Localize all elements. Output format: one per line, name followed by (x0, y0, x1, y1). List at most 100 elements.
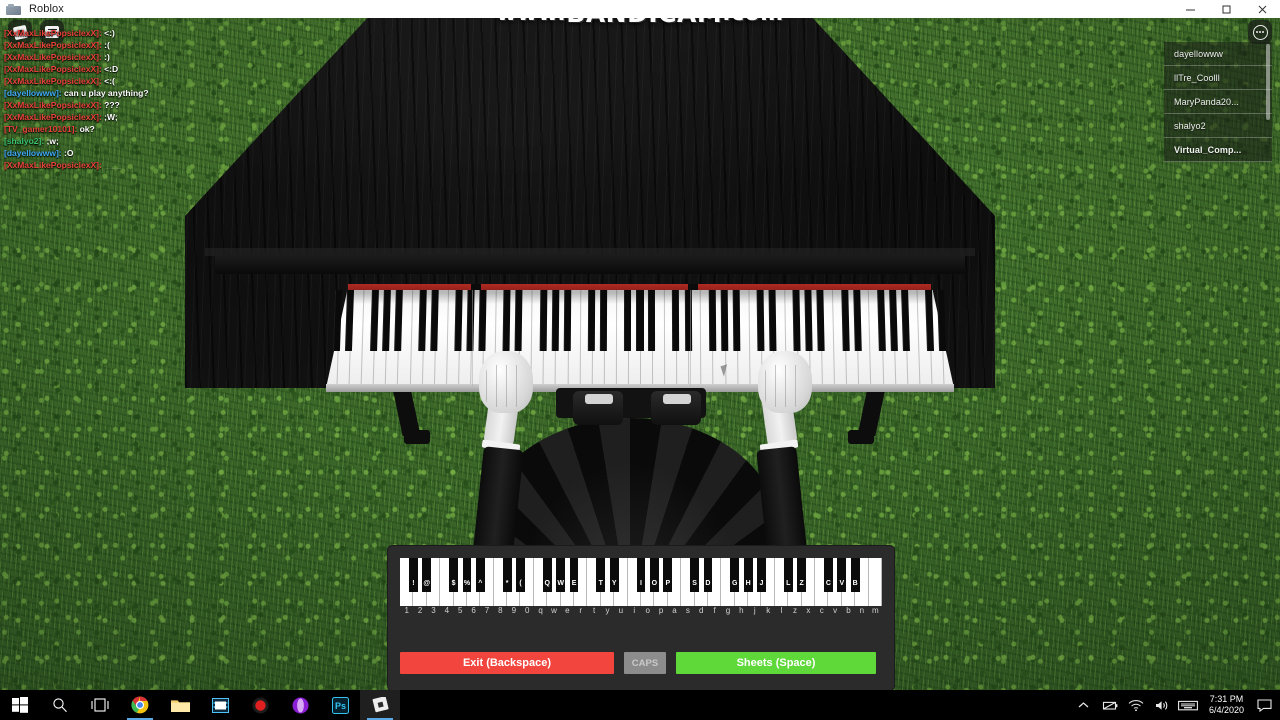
piano-leg-foot-right (848, 430, 874, 444)
chat-sender: [shalyo2]: (4, 136, 45, 146)
piano-black-key[interactable] (369, 290, 379, 351)
piano-black-key[interactable] (478, 290, 488, 351)
overlay-white-key[interactable] (868, 558, 882, 606)
recorder-taskbar-button[interactable] (240, 690, 280, 720)
overlay-black-key-label: Y (611, 580, 617, 587)
piano-black-key[interactable] (502, 290, 512, 351)
overlay-black-key-label: ( (519, 580, 522, 587)
player-list[interactable]: dayellowww llTre_Coolll MaryPanda20... shal… (1164, 42, 1272, 162)
roblox-taskbar-button[interactable] (360, 690, 400, 720)
piano-black-key[interactable] (466, 290, 476, 351)
piano-black-key[interactable] (563, 290, 572, 351)
piano-black-key[interactable] (804, 290, 814, 351)
piano-black-key[interactable] (720, 290, 729, 351)
file-explorer-taskbar-button[interactable] (160, 690, 200, 720)
player-list-row[interactable]: shalyo2 (1164, 114, 1272, 138)
piano-black-key[interactable] (876, 290, 887, 351)
overlay-black-key-label: Q (544, 580, 550, 587)
piano-black-key[interactable] (840, 290, 850, 351)
chat-message: ??? (101, 100, 120, 110)
opera-icon (292, 697, 308, 713)
show-hidden-icons-button[interactable] (1071, 690, 1097, 720)
roblox-topbar-right (1248, 20, 1272, 44)
piano-black-key[interactable] (381, 290, 392, 351)
taskbar-clock[interactable]: 7:31 PM 6/4/2020 (1201, 690, 1252, 720)
piano-black-key[interactable] (925, 290, 935, 351)
piano-black-key[interactable] (454, 290, 464, 351)
more-menu-button[interactable] (1248, 20, 1272, 44)
avatar-hand-right (758, 351, 812, 413)
overlay-white-key-label: x (806, 606, 811, 615)
piano-black-key[interactable] (756, 290, 765, 351)
overlay-black-key-label: % (463, 580, 471, 587)
overlay-white-key-label: 5 (458, 606, 463, 615)
piano-black-key[interactable] (393, 290, 404, 351)
piano-black-key[interactable] (792, 290, 802, 351)
piano-black-key[interactable] (636, 290, 644, 351)
player-list-row[interactable]: dayellowww (1164, 42, 1272, 66)
start-button[interactable] (0, 690, 40, 720)
piano-black-key[interactable] (888, 290, 899, 351)
record-circle-icon (252, 697, 268, 713)
overlay-white-key-label: 3 (431, 606, 436, 615)
piano-black-key[interactable] (768, 290, 778, 351)
overlay-mini-keyboard[interactable]: ! @ $% ^ * (Q W E T Y I O P S D G H J L Z C V B (400, 558, 882, 606)
three-dots-circle-icon (1252, 24, 1268, 40)
player-list-row[interactable]: Virtual_Comp... (1164, 138, 1272, 162)
action-center-button[interactable] (1252, 690, 1276, 720)
piano-black-key[interactable] (816, 290, 826, 351)
piano-black-key[interactable] (333, 290, 343, 351)
battery-tray-icon[interactable] (1097, 690, 1123, 720)
caps-button[interactable]: CAPS (624, 652, 666, 674)
sheets-button[interactable]: Sheets (Space) (676, 652, 876, 674)
piano-keyboard-overlay[interactable]: ! @ $% ^ * (Q W E T Y I O P S D G H J L Z C V B 1234567890qwer… (388, 546, 894, 690)
task-view-icon (91, 698, 109, 712)
task-view-button[interactable] (80, 690, 120, 720)
piano-black-key[interactable] (539, 290, 548, 351)
piano-black-key[interactable] (672, 290, 681, 351)
window-controls (1172, 0, 1280, 18)
piano-black-key[interactable] (732, 290, 741, 351)
overlay-white-key-label: e (565, 606, 570, 615)
battery-icon (1102, 701, 1118, 710)
piano-black-key[interactable] (900, 290, 911, 351)
piano-black-key[interactable] (551, 290, 560, 351)
overlay-black-key-label: W (557, 580, 564, 587)
keybed-seam (472, 290, 473, 386)
piano-black-keys[interactable] (326, 290, 954, 388)
piano-black-key[interactable] (430, 290, 440, 351)
piano-black-key[interactable] (515, 290, 524, 351)
photoshop-taskbar-button[interactable]: Ps (320, 690, 360, 720)
piano-black-key[interactable] (684, 290, 693, 351)
volume-tray-icon[interactable] (1149, 690, 1175, 720)
chat-sender: [XxMaxLikePopsiclexX]: (4, 100, 102, 110)
piano-black-key[interactable] (648, 290, 656, 351)
overlay-black-key-label: $ (451, 580, 456, 587)
minimize-button[interactable] (1172, 0, 1208, 18)
piano-black-key[interactable] (587, 290, 596, 351)
chat-line: [dayellowww]: can u play anything? (4, 87, 194, 99)
keyboard-icon (1178, 700, 1198, 710)
close-button[interactable] (1244, 0, 1280, 18)
opera-taskbar-button[interactable] (280, 690, 320, 720)
network-tray-icon[interactable] (1123, 690, 1149, 720)
piano-black-key[interactable] (418, 290, 428, 351)
search-button[interactable] (40, 690, 80, 720)
piano-black-key[interactable] (624, 290, 632, 351)
piano-black-key[interactable] (599, 290, 608, 351)
piano-black-key[interactable] (937, 290, 947, 351)
keyboard-tray-icon[interactable] (1175, 690, 1201, 720)
player-list-row[interactable]: llTre_Coolll (1164, 66, 1272, 90)
chat-sender: [XxMaxLikePopsiclexX]: (4, 76, 102, 86)
maximize-button[interactable] (1208, 0, 1244, 18)
exit-button[interactable]: Exit (Backspace) (400, 652, 614, 674)
chrome-taskbar-button[interactable] (120, 690, 160, 720)
chat-line: [XxMaxLikePopsiclexX]: ??? (4, 99, 194, 111)
player-list-row[interactable]: MaryPanda20... (1164, 90, 1272, 114)
bandicam-taskbar-button[interactable] (200, 690, 240, 720)
piano-black-key[interactable] (852, 290, 862, 351)
piano-black-key[interactable] (708, 290, 717, 351)
piano-black-key[interactable] (345, 290, 355, 351)
chat-message: :O (61, 148, 74, 158)
overlay-white-key-label: u (618, 606, 624, 615)
